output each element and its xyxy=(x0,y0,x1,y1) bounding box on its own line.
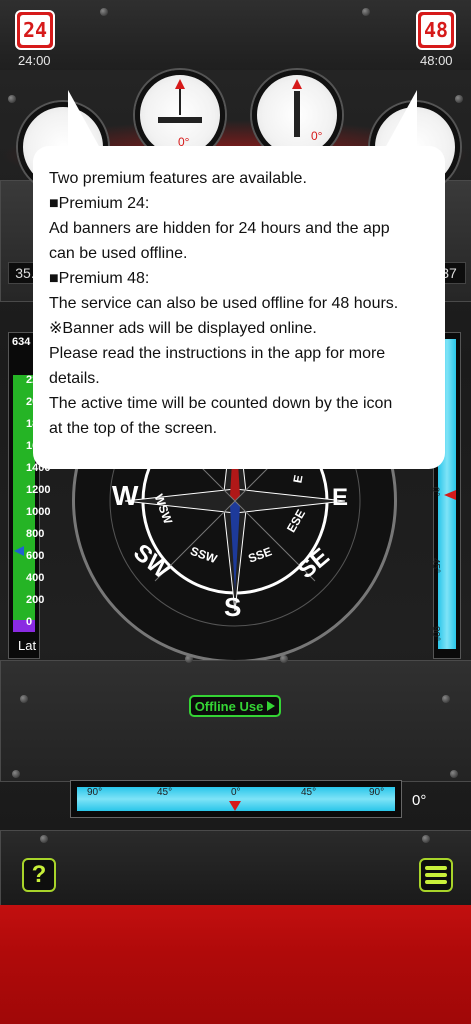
pitch-needle-icon xyxy=(292,79,302,137)
bolt xyxy=(100,8,108,16)
roll-tick: 45° xyxy=(157,787,173,798)
bolt xyxy=(422,835,430,843)
premium-info-tooltip[interactable]: Two premium features are available. ■Pre… xyxy=(33,146,445,469)
roll-bar: 90° 45° 0° 45° 90° xyxy=(70,780,402,818)
pitch-tick: 90° xyxy=(430,625,442,642)
roll-marker-icon xyxy=(229,801,241,811)
bolt xyxy=(12,770,20,778)
pitch-tick: 0° xyxy=(429,486,441,497)
compass-south: S xyxy=(224,592,242,622)
altimeter-tick: 400 xyxy=(26,572,45,584)
bolt xyxy=(40,835,48,843)
ad-banner-area xyxy=(0,905,471,1024)
roll-tick: 90° xyxy=(87,787,103,798)
lower-plate xyxy=(0,660,471,782)
altimeter-tick: 1200 xyxy=(26,484,51,496)
altimeter-tick: 0 xyxy=(26,616,33,628)
bolt xyxy=(20,695,28,703)
bolt xyxy=(362,8,370,16)
tooltip-line: The service can also be used offline for… xyxy=(49,295,399,312)
tooltip-line: ■Premium 48: xyxy=(49,270,150,287)
altimeter-marker-icon xyxy=(14,546,24,556)
bolt xyxy=(442,695,450,703)
hamburger-menu-icon xyxy=(425,866,447,884)
bolt xyxy=(8,95,16,103)
tooltip-pointer-right xyxy=(385,90,417,148)
compass-west: W xyxy=(112,480,139,511)
altimeter-tick: 1000 xyxy=(26,506,51,518)
menu-button[interactable] xyxy=(419,858,453,892)
tooltip-line: Two premium features are available. xyxy=(49,170,307,187)
bolt xyxy=(450,770,458,778)
bottom-plate xyxy=(0,830,471,907)
offline-use-label: Offline Use xyxy=(194,698,264,714)
bolt xyxy=(455,95,463,103)
altimeter-label: Lat xyxy=(18,638,37,653)
altimeter-tick: 600 xyxy=(26,550,45,562)
help-label: ? xyxy=(31,861,47,888)
help-button[interactable]: ? xyxy=(22,858,56,892)
premium-24-number: 24 xyxy=(22,18,48,42)
tooltip-line: details. xyxy=(49,370,100,387)
tooltip-line: The active time will be counted down by … xyxy=(49,395,393,412)
play-icon xyxy=(267,701,276,711)
roll-tick: 90° xyxy=(369,787,385,798)
altimeter-top-value: 634 xyxy=(12,336,31,348)
tooltip-line: at the top of the screen. xyxy=(49,420,218,437)
premium-48-icon[interactable]: 48 xyxy=(416,10,456,50)
altimeter-tick: 200 xyxy=(26,594,45,606)
tooltip-line: can be used offline. xyxy=(49,245,188,262)
roll-tick: 45° xyxy=(301,787,317,798)
premium-24-icon[interactable]: 24 xyxy=(15,10,55,50)
altimeter-tick: 800 xyxy=(26,528,45,540)
offline-use-button[interactable]: Offline Use xyxy=(189,695,281,717)
top-plate xyxy=(0,0,471,70)
tooltip-line: ※Banner ads will be displayed online. xyxy=(49,320,317,337)
compass-east: E xyxy=(332,484,349,511)
pitch-tick: 45° xyxy=(430,557,442,574)
tooltip-pointer-left xyxy=(68,90,100,148)
tooltip-line: Ad banners are hidden for 24 hours and t… xyxy=(49,220,390,237)
gauge-right-value: 0° xyxy=(311,129,323,143)
tooltip-line: ■Premium 24: xyxy=(49,195,150,212)
pitch-marker-icon xyxy=(444,490,456,500)
roll-tick: 0° xyxy=(231,787,241,798)
premium-48-timer: 48:00 xyxy=(420,53,453,68)
roll-value: 0° xyxy=(412,792,427,809)
premium-24-timer: 24:00 xyxy=(18,53,51,68)
premium-48-number: 48 xyxy=(423,18,449,42)
tooltip-line: Please read the instructions in the app … xyxy=(49,345,386,362)
